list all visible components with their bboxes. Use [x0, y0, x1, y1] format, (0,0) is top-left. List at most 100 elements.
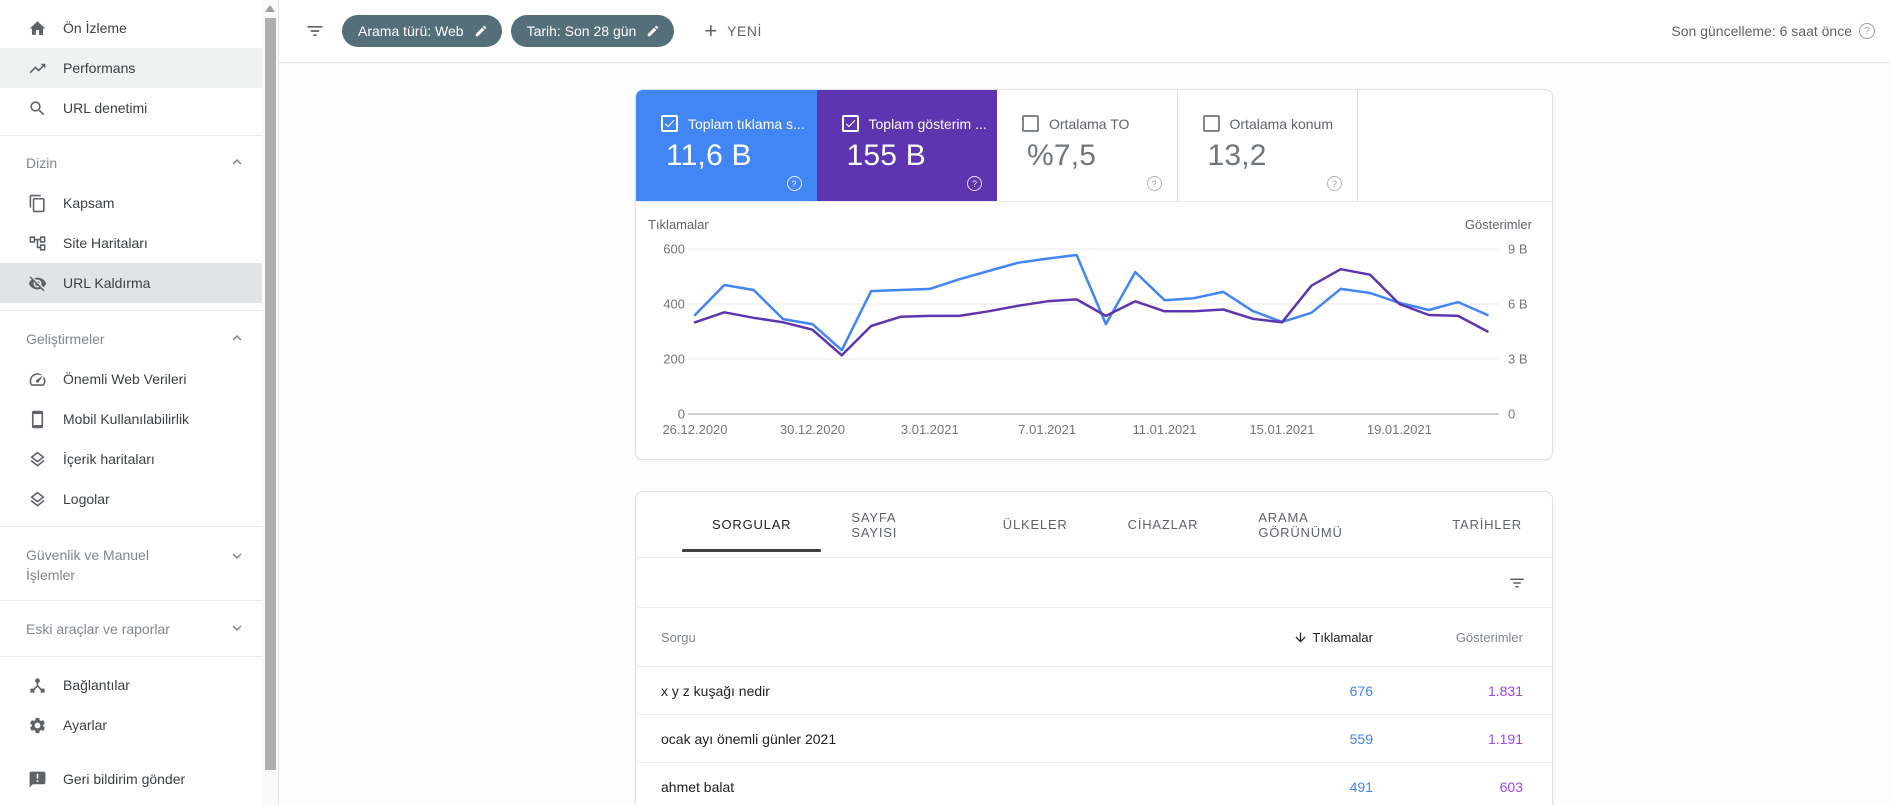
unchecked-checkbox-icon[interactable]	[1022, 115, 1039, 132]
svg-text:11.01.2021: 11.01.2021	[1133, 422, 1197, 437]
sidebar-item-label: Ön İzleme	[63, 20, 127, 36]
performance-chart-panel: Toplam tıklama s... 11,6 B ? Toplam göst…	[635, 89, 1553, 460]
sidebar-scrollbar	[262, 0, 279, 805]
tab-search-appearance[interactable]: ARAMA GÖRÜNÜMÜ	[1228, 492, 1422, 557]
sidebar-divider	[0, 310, 262, 311]
help-icon[interactable]: ?	[967, 176, 982, 191]
sidebar-item-links[interactable]: Bağlantılar	[0, 665, 262, 705]
speedometer-icon	[27, 369, 47, 389]
sidebar-item-label: Site Haritaları	[63, 235, 148, 251]
search-type-filter-chip[interactable]: Arama türü: Web	[342, 15, 502, 47]
sidebar-item-sitemaps[interactable]: Site Haritaları	[0, 223, 262, 263]
layers-icon	[27, 449, 47, 469]
sidebar-item-label: Geri bildirim gönder	[63, 771, 186, 787]
svg-text:600: 600	[663, 242, 685, 257]
sidebar-item-performance[interactable]: Performans	[0, 48, 262, 88]
last-update-text: Son güncelleme: 6 saat önce	[1671, 23, 1852, 39]
help-icon[interactable]: ?	[786, 176, 802, 191]
clicks-cell: 491	[1349, 778, 1373, 795]
tab-queries[interactable]: SORGULAR	[682, 492, 822, 557]
sidebar-item-label: Performans	[63, 60, 136, 76]
svg-text:3.01.2021: 3.01.2021	[901, 422, 959, 437]
unchecked-checkbox-icon[interactable]	[1202, 115, 1220, 132]
sidebar-item-label: İçerik haritaları	[63, 451, 155, 467]
sitemap-icon	[27, 233, 47, 253]
svg-text:7.01.2021: 7.01.2021	[1018, 422, 1076, 437]
sidebar-item-content-maps[interactable]: İçerik haritaları	[0, 439, 262, 479]
last-update-status: Son güncelleme: 6 saat önce ?	[1671, 23, 1875, 39]
impressions-cell: 1.191	[1487, 730, 1523, 747]
performance-icon	[27, 58, 47, 78]
scrollbar-thumb[interactable]	[265, 18, 276, 770]
sidebar-item-label: Ayarlar	[63, 717, 108, 733]
sidebar-item-label: Bağlantılar	[63, 677, 130, 693]
sidebar-section-security-manual-actions[interactable]: Güvenlik ve Manuel İşlemler	[0, 535, 262, 593]
scroll-up-arrow[interactable]	[265, 5, 275, 12]
query-cell: ahmet balat	[661, 778, 735, 795]
topbar: Arama türü: Web Tarih: Son 28 gün + YENİ…	[279, 0, 1891, 63]
sidebar-item-settings[interactable]: Ayarlar	[0, 705, 262, 745]
table-row[interactable]: ahmet balat 491 603	[636, 763, 1552, 805]
average-position-card[interactable]: Ortalama konum 13,2 ?	[1178, 90, 1358, 201]
sidebar-item-url-inspection[interactable]: URL denetimi	[0, 88, 262, 128]
table-header-row: Sorgu Tıklamalar Gösterimler	[636, 608, 1552, 667]
checked-checkbox-icon[interactable]	[661, 115, 678, 132]
chevron-down-icon	[228, 619, 246, 640]
plus-icon: +	[704, 18, 718, 43]
svg-text:0: 0	[1508, 407, 1515, 422]
filter-icon[interactable]	[1508, 574, 1526, 592]
dimension-tabs: SORGULAR SAYFA SAYISI ÜLKELER CİHAZLAR A…	[636, 492, 1552, 558]
sidebar-item-logos[interactable]: Logolar	[0, 479, 262, 519]
sidebar-divider	[0, 600, 262, 601]
search-icon	[27, 98, 47, 118]
total-clicks-card[interactable]: Toplam tıklama s... 11,6 B ?	[636, 90, 817, 201]
sidebar-item-label: Kapsam	[63, 195, 115, 211]
sidebar-item-send-feedback[interactable]: Geri bildirim gönder	[0, 759, 262, 799]
checked-checkbox-icon[interactable]	[841, 115, 859, 132]
pencil-icon[interactable]	[474, 24, 488, 38]
home-icon	[27, 18, 47, 38]
table-row[interactable]: ocak ayı önemli günler 2021 559 1.191	[636, 715, 1552, 763]
svg-text:9 B: 9 B	[1508, 242, 1528, 257]
help-icon[interactable]: ?	[1327, 176, 1342, 191]
total-impressions-card[interactable]: Toplam gösterim ... 155 B ?	[816, 90, 997, 201]
table-row[interactable]: x y z kuşağı nedir 676 1.831	[636, 667, 1552, 715]
links-icon	[27, 675, 47, 695]
column-header-clicks-sorted[interactable]: Tıklamalar	[1293, 630, 1373, 645]
chevron-down-icon	[228, 547, 246, 568]
column-header-impressions[interactable]: Gösterimler	[1456, 630, 1523, 645]
tab-countries[interactable]: ÜLKELER	[973, 492, 1098, 557]
svg-text:19.01.2021: 19.01.2021	[1367, 422, 1432, 437]
metric-value: 13,2	[1207, 139, 1267, 172]
sidebar-item-removals[interactable]: URL Kaldırma	[0, 263, 262, 303]
sidebar-item-overview[interactable]: Ön İzleme	[0, 8, 262, 48]
cards-empty-space	[1358, 90, 1552, 201]
svg-text:0: 0	[678, 407, 685, 422]
sidebar-section-legacy-tools[interactable]: Eski araçlar ve raporlar	[0, 609, 262, 649]
filter-icon[interactable]	[305, 21, 325, 41]
eye-off-icon	[27, 273, 47, 293]
sidebar-divider	[0, 526, 262, 527]
tab-pages[interactable]: SAYFA SAYISI	[821, 492, 972, 557]
sidebar-section-enhancements[interactable]: Geliştirmeler	[0, 319, 262, 359]
column-header-query[interactable]: Sorgu	[661, 630, 1213, 645]
average-ctr-card[interactable]: Ortalama TO %7,5 ?	[997, 90, 1178, 201]
sidebar-item-mobile-usability[interactable]: Mobil Kullanılabilirlik	[0, 399, 262, 439]
clicks-cell: 676	[1349, 682, 1373, 699]
sidebar-item-core-web-vitals[interactable]: Önemli Web Verileri	[0, 359, 262, 399]
table-filter-row	[636, 558, 1552, 608]
tab-dates[interactable]: TARİHLER	[1422, 492, 1552, 557]
sidebar-divider	[0, 656, 262, 657]
help-icon[interactable]: ?	[1146, 176, 1162, 191]
svg-text:15.01.2021: 15.01.2021	[1249, 422, 1314, 437]
date-filter-chip[interactable]: Tarih: Son 28 gün	[510, 15, 675, 47]
tab-devices[interactable]: CİHAZLAR	[1098, 492, 1229, 557]
sidebar-item-coverage[interactable]: Kapsam	[0, 183, 262, 223]
help-icon[interactable]: ?	[1859, 23, 1875, 39]
pencil-icon[interactable]	[646, 24, 660, 38]
sidebar-item-label: URL Kaldırma	[63, 275, 151, 291]
new-filter-button[interactable]: + YENİ	[704, 20, 762, 42]
chevron-up-icon	[228, 153, 246, 174]
sidebar-section-index[interactable]: Dizin	[0, 143, 262, 183]
chip-label: Arama türü: Web	[358, 23, 464, 39]
